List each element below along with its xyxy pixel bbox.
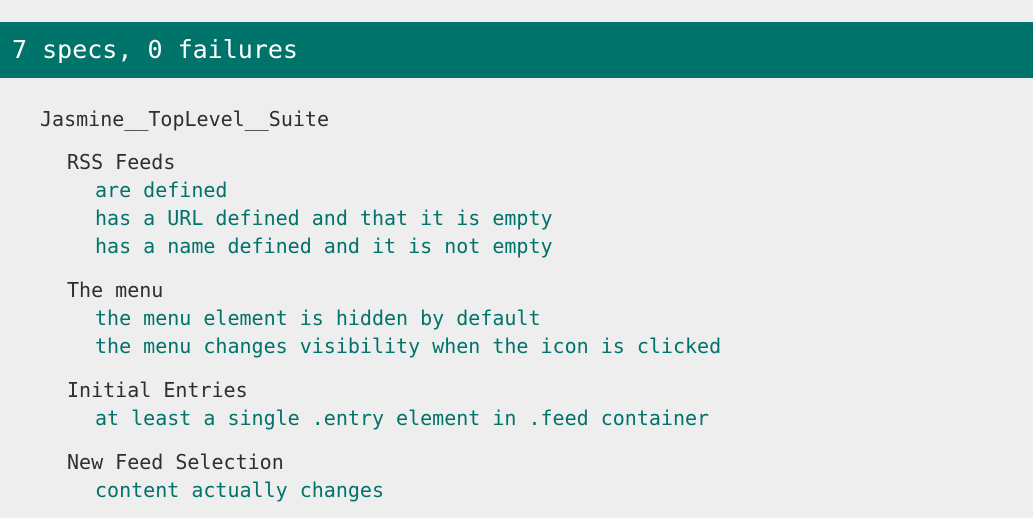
suite-title[interactable]: RSS Feeds bbox=[67, 148, 721, 176]
spec-link[interactable]: has a URL defined and that it is empty bbox=[95, 204, 721, 232]
summary-bar: 7 specs, 0 failures bbox=[0, 22, 1033, 78]
suite-title[interactable]: Initial Entries bbox=[67, 376, 721, 404]
suite-new-feed-selection: New Feed Selection content actually chan… bbox=[67, 448, 721, 504]
suite-rss-feeds: RSS Feeds are defined has a URL defined … bbox=[67, 148, 721, 260]
summary-text: 7 specs, 0 failures bbox=[12, 35, 298, 64]
spec-link[interactable]: are defined bbox=[95, 176, 721, 204]
suite-the-menu: The menu the menu element is hidden by d… bbox=[67, 276, 721, 360]
spec-link[interactable]: at least a single .entry element in .fee… bbox=[95, 404, 721, 432]
suite-initial-entries: Initial Entries at least a single .entry… bbox=[67, 376, 721, 432]
suite-title[interactable]: The menu bbox=[67, 276, 721, 304]
spec-link[interactable]: has a name defined and it is not empty bbox=[95, 232, 721, 260]
results-tree: Jasmine__TopLevel__Suite RSS Feeds are d… bbox=[40, 106, 721, 504]
spec-link[interactable]: the menu changes visibility when the ico… bbox=[95, 332, 721, 360]
spec-link[interactable]: the menu element is hidden by default bbox=[95, 304, 721, 332]
top-level-suite[interactable]: Jasmine__TopLevel__Suite bbox=[40, 106, 721, 132]
spec-link[interactable]: content actually changes bbox=[95, 476, 721, 504]
suite-title[interactable]: New Feed Selection bbox=[67, 448, 721, 476]
